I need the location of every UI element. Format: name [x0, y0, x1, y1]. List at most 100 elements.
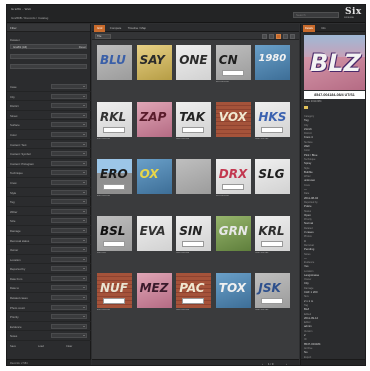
menu-icon[interactable]	[290, 33, 295, 39]
filter-dropdown[interactable]	[51, 122, 87, 128]
filter-row[interactable]: Photo count	[7, 303, 91, 313]
filter-row[interactable]: Style	[7, 188, 91, 198]
reset-button[interactable]: Reset	[79, 45, 86, 49]
graffiti-thumbnail[interactable]: 1980	[255, 45, 291, 85]
saved-filter-select[interactable]	[10, 64, 87, 69]
filter-dropdown[interactable]	[51, 247, 87, 253]
filter-dropdown[interactable]	[51, 170, 87, 176]
grid-view-icon[interactable]	[276, 33, 281, 39]
graffiti-thumbnail[interactable]: SLG	[255, 159, 291, 199]
filter-row[interactable]: Surface	[7, 120, 91, 130]
filter-row[interactable]: Content: Symbol	[7, 149, 91, 159]
filter-dropdown[interactable]	[51, 227, 87, 233]
graffiti-thumbnail[interactable]: MEZ	[136, 273, 172, 313]
filter-row[interactable]: Technique	[7, 168, 91, 178]
filter-row[interactable]: Color	[7, 130, 91, 140]
filter-row[interactable]: Writer	[7, 207, 91, 217]
view-mode-select[interactable]: Tile	[95, 33, 111, 39]
graffiti-thumbnail[interactable]: BSL 0547-001	[97, 216, 132, 256]
graffiti-thumbnail[interactable]: TAK 8547-002184	[176, 102, 212, 142]
graffiti-thumbnail[interactable]: PAC 8547-002184	[176, 273, 212, 313]
filter-row[interactable]: Tag	[7, 197, 91, 207]
detail-tab[interactable]: Info	[319, 25, 327, 32]
filter-dropdown[interactable]	[51, 199, 87, 205]
graffiti-thumbnail[interactable]: JSK 8547-002184	[255, 273, 291, 313]
filter-row[interactable]: Priority	[7, 312, 91, 322]
graffiti-thumbnail[interactable]: KRL 8547-002184	[255, 216, 291, 256]
filter-row[interactable]: Case	[7, 82, 91, 92]
filter-row[interactable]: Reported by	[7, 264, 91, 274]
filter-dropdown[interactable]	[51, 323, 87, 329]
filter-row[interactable]: Date from	[7, 274, 91, 284]
filter-dropdown[interactable]	[51, 189, 87, 195]
graffiti-thumbnail[interactable]: RKL 8547-002184	[97, 102, 132, 142]
filter-dropdown[interactable]	[51, 304, 87, 310]
graffiti-thumbnail[interactable]: OX	[136, 159, 172, 199]
gallery-tab[interactable]: Timeline / Map	[125, 25, 149, 32]
graffiti-thumbnail[interactable]: SAY	[136, 45, 172, 85]
filter-dropdown[interactable]	[51, 112, 87, 118]
filter-dropdown[interactable]	[51, 295, 87, 301]
gallery-tab[interactable]: Grid	[94, 25, 106, 32]
search-box[interactable]	[293, 12, 339, 18]
search-input[interactable]	[294, 13, 338, 17]
dataset-select[interactable]: Graffiti (All)	[10, 44, 87, 49]
filter-dropdown[interactable]	[51, 256, 87, 262]
graffiti-thumbnail[interactable]: DRX 8547-002184	[215, 159, 251, 199]
sidebar-action-button[interactable]: Clear	[66, 345, 72, 348]
graffiti-thumbnail[interactable]: BLU	[97, 45, 132, 85]
graffiti-thumbnail[interactable]: GRN	[215, 216, 251, 256]
filter-row[interactable]: Size	[7, 216, 91, 226]
quick-filter-select[interactable]	[10, 54, 87, 59]
filter-dropdown[interactable]	[51, 333, 87, 339]
filter-dropdown[interactable]	[51, 275, 87, 281]
graffiti-thumbnail[interactable]: TOX	[215, 273, 251, 313]
graffiti-thumbnail[interactable]: EVA	[136, 216, 172, 256]
graffiti-thumbnail[interactable]: HKS 8547-002184	[255, 102, 291, 142]
filter-dropdown[interactable]	[51, 285, 87, 291]
zoom-icon[interactable]	[269, 33, 274, 39]
filter-row[interactable]: Owner	[7, 245, 91, 255]
filter-dropdown[interactable]	[51, 208, 87, 214]
sidebar-action-button[interactable]: Save	[10, 345, 16, 348]
filter-row[interactable]: Crew	[7, 178, 91, 188]
filter-row[interactable]: Location	[7, 255, 91, 265]
graffiti-thumbnail[interactable]: CN 8547-002184	[215, 45, 251, 85]
filter-row[interactable]: Evidence	[7, 322, 91, 332]
graffiti-thumbnail[interactable]: ONE	[176, 45, 212, 85]
prev-page-button[interactable]: ‹	[262, 362, 263, 365]
graffiti-thumbnail[interactable]: NUF 8547-002184	[97, 273, 132, 313]
filter-row[interactable]: City	[7, 92, 91, 102]
filter-dropdown[interactable]	[51, 218, 87, 224]
detail-tab[interactable]: Details	[303, 25, 315, 32]
filter-row[interactable]: Damage	[7, 226, 91, 236]
graffiti-thumbnail[interactable]	[176, 159, 212, 199]
sidebar-action-button[interactable]: Load	[38, 345, 44, 348]
gallery-tab[interactable]: Compare	[107, 25, 125, 32]
graffiti-thumbnail[interactable]: VOX	[215, 102, 251, 142]
filter-dropdown[interactable]	[51, 151, 87, 157]
filter-dropdown[interactable]	[51, 266, 87, 272]
filter-row[interactable]: Notes	[7, 331, 91, 342]
graffiti-thumbnail[interactable]: SIN 8547-002184	[176, 216, 212, 256]
breadcrumb[interactable]: GraffDB / Records / Catalog	[11, 16, 48, 20]
filter-dropdown[interactable]	[51, 93, 87, 99]
filter-row[interactable]: Content: Text	[7, 140, 91, 150]
settings-icon[interactable]	[283, 33, 288, 39]
filter-dropdown[interactable]	[51, 160, 87, 166]
next-page-button[interactable]: ›	[286, 362, 287, 365]
filter-dropdown[interactable]	[51, 103, 87, 109]
filter-row[interactable]: Date to	[7, 283, 91, 294]
filter-row[interactable]: District	[7, 101, 91, 111]
filter-row[interactable]: Related cases	[7, 293, 91, 303]
filter-dropdown[interactable]	[51, 237, 87, 243]
detail-preview-image[interactable]: BLZ	[304, 35, 365, 90]
graffiti-thumbnail[interactable]: ERO 8547-002184	[97, 159, 132, 199]
filter-dropdown[interactable]	[51, 314, 87, 320]
filter-dropdown[interactable]	[51, 179, 87, 185]
list-view-icon[interactable]	[262, 33, 267, 39]
filter-row[interactable]: Street	[7, 111, 91, 121]
filter-dropdown[interactable]	[51, 84, 87, 89]
filter-dropdown[interactable]	[51, 131, 87, 137]
filter-dropdown[interactable]	[51, 141, 87, 147]
